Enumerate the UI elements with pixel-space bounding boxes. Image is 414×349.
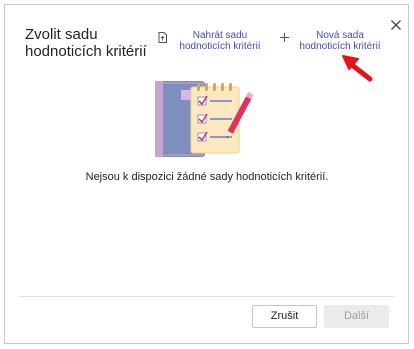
- upload-rubric-label: Nahrát sadu hodnoticích kritérií: [179, 30, 261, 52]
- cancel-button[interactable]: Zrušit: [252, 305, 317, 328]
- new-rubric-button[interactable]: Nová sada hodnoticích kritérií: [278, 30, 386, 52]
- footer-divider: [19, 296, 394, 297]
- document-upload-icon: [156, 32, 168, 46]
- empty-state-message: Nejsou k dispozici žádné sady hodnoticíc…: [85, 171, 329, 183]
- plus-icon: [278, 32, 290, 46]
- close-icon[interactable]: [389, 19, 403, 33]
- upload-rubric-button[interactable]: Nahrát sadu hodnoticích kritérií: [156, 30, 268, 52]
- next-button[interactable]: Další: [324, 305, 389, 328]
- new-rubric-label: Nová sada hodnoticích kritérií: [299, 30, 381, 52]
- empty-state-illustration-icon: [153, 75, 263, 170]
- dialog-title: Zvolit sadu hodnoticích kritérií: [25, 26, 147, 60]
- red-pointer-arrow-icon: [340, 52, 374, 87]
